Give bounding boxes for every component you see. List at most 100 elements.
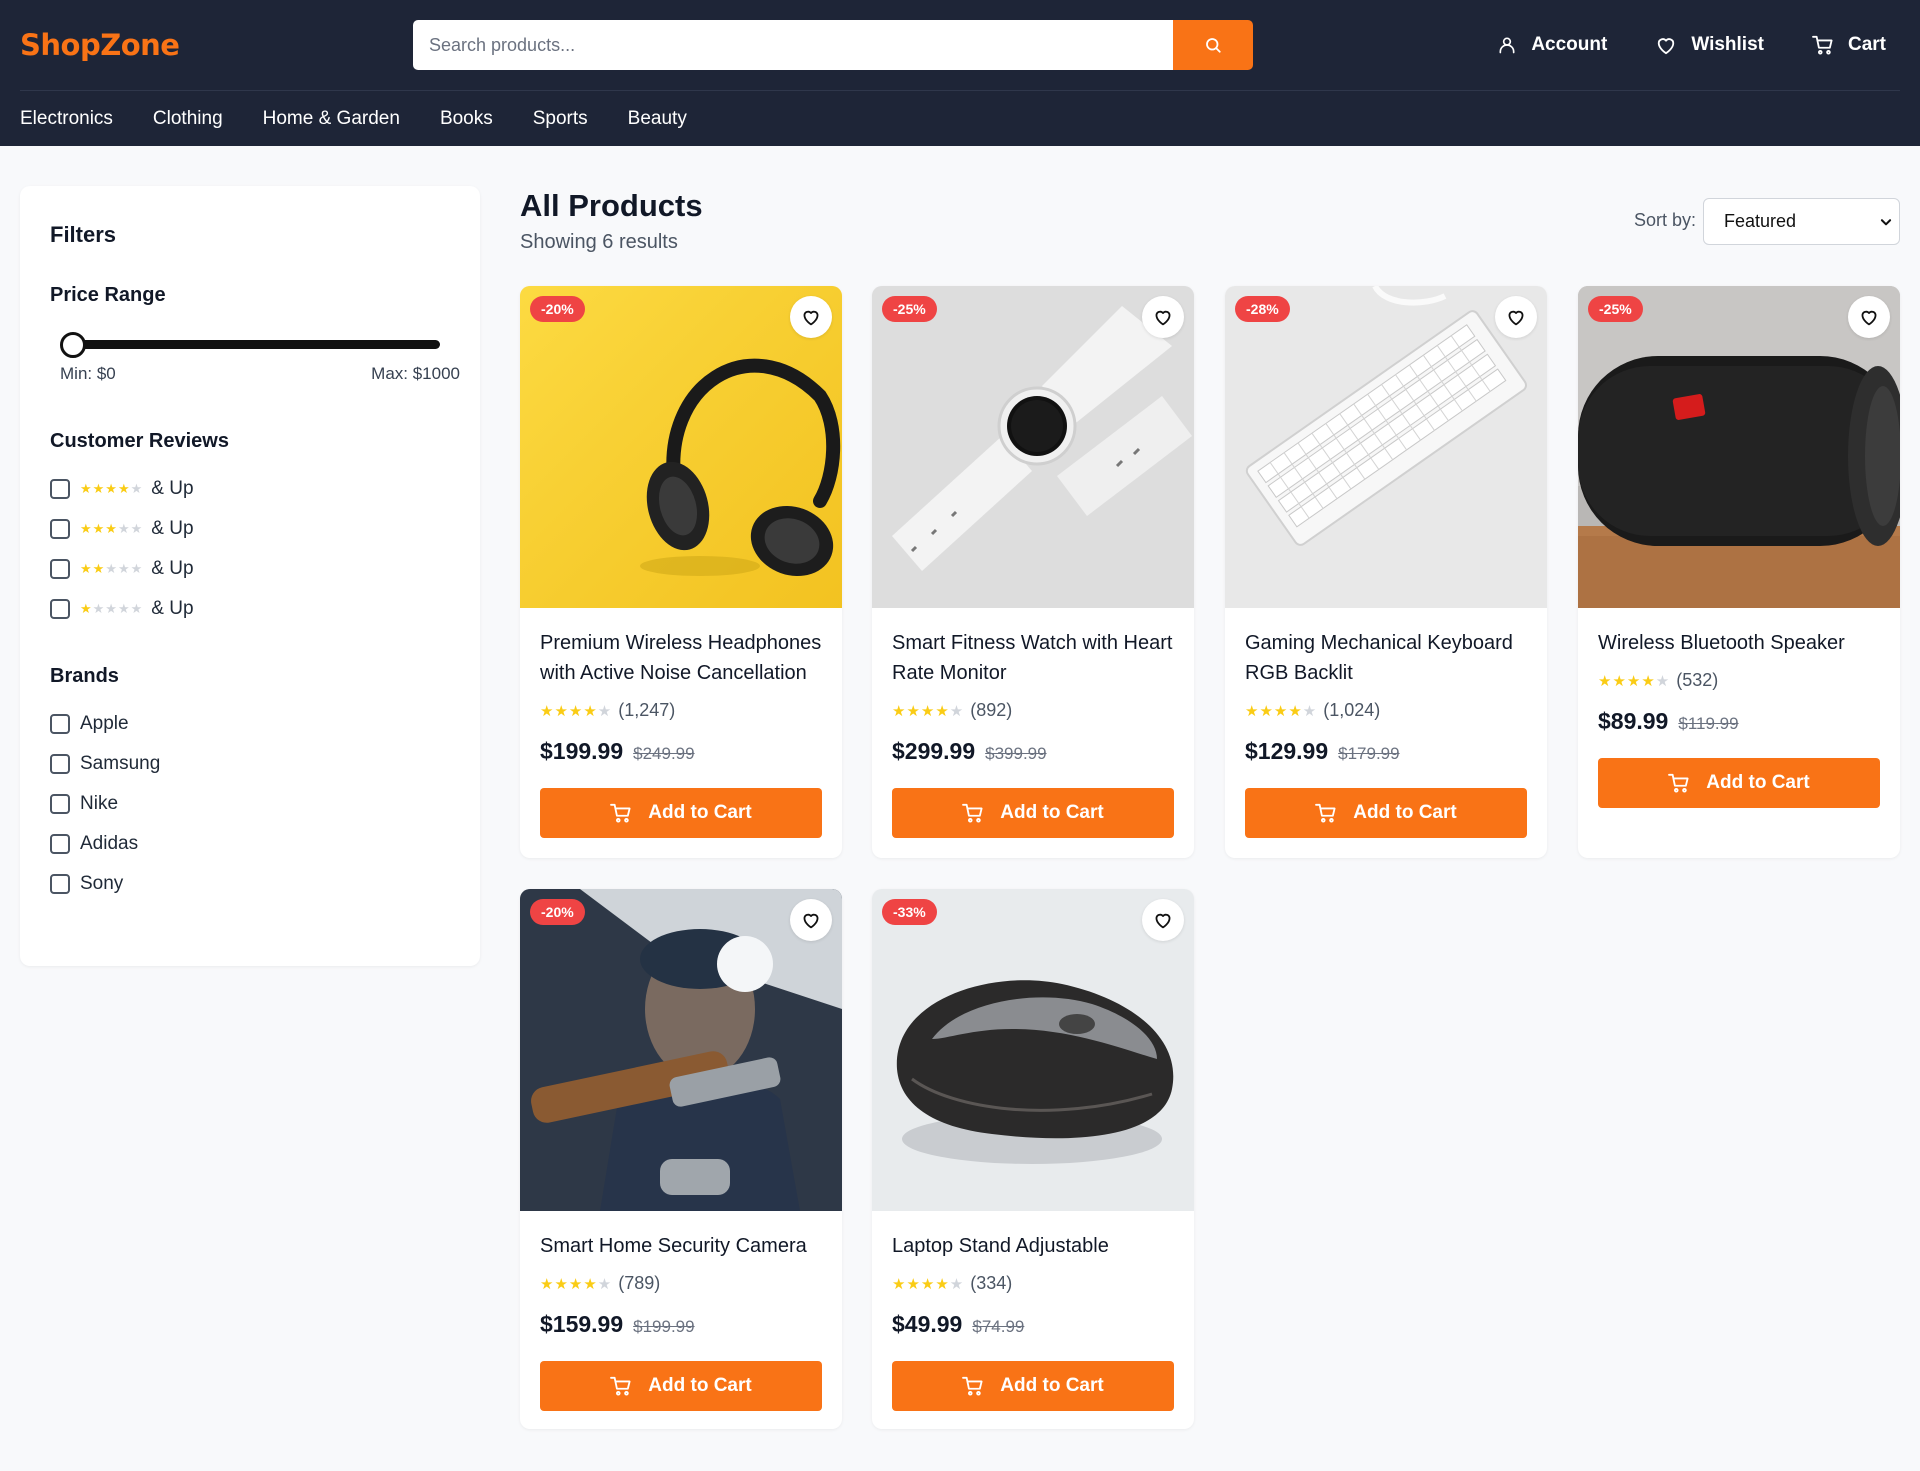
cart-icon bbox=[1668, 773, 1689, 793]
product-price: $159.99 $199.99 bbox=[540, 1311, 695, 1338]
checkbox[interactable] bbox=[50, 559, 70, 579]
discount-badge: -25% bbox=[882, 296, 937, 322]
search-button[interactable] bbox=[1173, 20, 1253, 70]
review-filter-2[interactable]: ★★★★★ & Up bbox=[50, 558, 194, 580]
product-card[interactable]: -25% Wireless Bluetooth Speaker ★★★★★ (5… bbox=[1578, 286, 1900, 858]
star-rating-icon: ★★★★★ bbox=[540, 702, 613, 720]
review-filter-4[interactable]: ★★★★★ & Up bbox=[50, 478, 194, 500]
filters-panel: Filters Price Range Min: $0 Max: $1000 C… bbox=[20, 186, 480, 966]
filters-title: Filters bbox=[50, 222, 117, 247]
product-card[interactable]: -33% Laptop Stand Adjustable ★★★★★ (334)… bbox=[872, 889, 1194, 1429]
product-image[interactable] bbox=[872, 286, 1194, 608]
product-name[interactable]: Gaming Mechanical Keyboard RGB Backlit bbox=[1245, 628, 1530, 688]
wishlist-link[interactable]: Wishlist bbox=[1655, 34, 1764, 56]
wishlist-button[interactable] bbox=[1142, 296, 1184, 338]
logo[interactable]: ShopZone bbox=[20, 28, 180, 62]
cart-link[interactable]: Cart bbox=[1812, 34, 1886, 56]
slider-track bbox=[64, 340, 440, 349]
wishlist-label: Wishlist bbox=[1691, 34, 1764, 55]
brand-filter-sony[interactable]: Sony bbox=[50, 873, 123, 895]
product-rating: ★★★★★ (1,247) bbox=[540, 700, 675, 721]
product-rating: ★★★★★ (1,024) bbox=[1245, 700, 1380, 721]
product-name[interactable]: Wireless Bluetooth Speaker bbox=[1598, 628, 1883, 658]
product-image[interactable] bbox=[1578, 286, 1900, 608]
product-name[interactable]: Smart Home Security Camera bbox=[540, 1231, 825, 1261]
nav-books[interactable]: Books bbox=[440, 108, 493, 130]
add-to-cart-button[interactable]: Add to Cart bbox=[540, 1361, 822, 1411]
sort-select[interactable]: Featured bbox=[1703, 198, 1900, 245]
checkbox[interactable] bbox=[50, 479, 70, 499]
review-count: (1,024) bbox=[1323, 700, 1381, 720]
brand-label: Adidas bbox=[80, 833, 139, 854]
product-card[interactable]: -20% Premium Wireless Headphones with Ac… bbox=[520, 286, 842, 858]
wishlist-button[interactable] bbox=[1142, 899, 1184, 941]
add-to-cart-label: Add to Cart bbox=[1706, 772, 1810, 793]
checkbox[interactable] bbox=[50, 874, 70, 894]
cart-icon bbox=[1812, 35, 1833, 55]
review-count: (1,247) bbox=[618, 700, 676, 720]
nav-home-garden[interactable]: Home & Garden bbox=[263, 108, 400, 130]
wishlist-button[interactable] bbox=[1848, 296, 1890, 338]
brand-label: Samsung bbox=[80, 753, 161, 774]
cart-icon bbox=[1315, 803, 1336, 823]
heart-icon bbox=[1861, 310, 1877, 326]
nav-electronics[interactable]: Electronics bbox=[20, 108, 113, 130]
product-name[interactable]: Laptop Stand Adjustable bbox=[892, 1231, 1177, 1261]
brand-filter-nike[interactable]: Nike bbox=[50, 793, 118, 815]
search-input[interactable] bbox=[413, 20, 1173, 70]
wishlist-button[interactable] bbox=[1495, 296, 1537, 338]
add-to-cart-button[interactable]: Add to Cart bbox=[892, 788, 1174, 838]
wishlist-button[interactable] bbox=[790, 899, 832, 941]
heart-icon bbox=[1658, 38, 1675, 55]
top-bar: ShopZone Account Wishlist Cart bbox=[0, 0, 1920, 90]
account-link[interactable]: Account bbox=[1497, 34, 1607, 56]
add-to-cart-button[interactable]: Add to Cart bbox=[892, 1361, 1174, 1411]
reviews-heading: Customer Reviews bbox=[50, 430, 229, 452]
checkbox[interactable] bbox=[50, 519, 70, 539]
brands-heading: Brands bbox=[50, 665, 119, 687]
wishlist-button[interactable] bbox=[790, 296, 832, 338]
original-price: $249.99 bbox=[633, 744, 695, 763]
brand-filter-apple[interactable]: Apple bbox=[50, 713, 129, 735]
product-price: $299.99 $399.99 bbox=[892, 738, 1047, 765]
review-filter-label: & Up bbox=[151, 518, 194, 539]
add-to-cart-button[interactable]: Add to Cart bbox=[1245, 788, 1527, 838]
add-to-cart-button[interactable]: Add to Cart bbox=[540, 788, 822, 838]
add-to-cart-button[interactable]: Add to Cart bbox=[1598, 758, 1880, 808]
product-price: $89.99 $119.99 bbox=[1598, 708, 1739, 735]
discount-badge: -20% bbox=[530, 899, 585, 925]
nav-clothing[interactable]: Clothing bbox=[153, 108, 223, 130]
nav-beauty[interactable]: Beauty bbox=[628, 108, 687, 130]
price-range-slider[interactable] bbox=[42, 330, 440, 360]
checkbox[interactable] bbox=[50, 754, 70, 774]
review-filter-1[interactable]: ★★★★★ & Up bbox=[50, 598, 194, 620]
results-count: Showing 6 results bbox=[520, 231, 678, 253]
slider-thumb[interactable] bbox=[60, 332, 86, 358]
product-name[interactable]: Premium Wireless Headphones with Active … bbox=[540, 628, 825, 688]
star-rating-icon: ★★★★★ bbox=[892, 702, 965, 720]
review-filter-3[interactable]: ★★★★★ & Up bbox=[50, 518, 194, 540]
product-image[interactable] bbox=[1225, 286, 1547, 608]
review-count: (532) bbox=[1676, 670, 1719, 690]
product-image[interactable] bbox=[872, 889, 1194, 1211]
product-rating: ★★★★★ (789) bbox=[540, 1273, 660, 1294]
current-price: $159.99 bbox=[540, 1311, 624, 1337]
product-card[interactable]: -20% Smart Home Security Camera ★★★★★ (7… bbox=[520, 889, 842, 1429]
product-card[interactable]: -25% Smart Fitness Watch with Heart Rate… bbox=[872, 286, 1194, 858]
brand-filter-adidas[interactable]: Adidas bbox=[50, 833, 138, 855]
cart-icon bbox=[962, 1376, 983, 1396]
product-image[interactable] bbox=[520, 286, 842, 608]
checkbox[interactable] bbox=[50, 599, 70, 619]
add-to-cart-label: Add to Cart bbox=[648, 1375, 752, 1396]
product-image[interactable] bbox=[520, 889, 842, 1211]
checkbox[interactable] bbox=[50, 714, 70, 734]
original-price: $74.99 bbox=[972, 1317, 1025, 1336]
checkbox[interactable] bbox=[50, 794, 70, 814]
nav-sports[interactable]: Sports bbox=[533, 108, 588, 130]
product-card[interactable]: -28% Gaming Mechanical Keyboard RGB Back… bbox=[1225, 286, 1547, 858]
product-name[interactable]: Smart Fitness Watch with Heart Rate Moni… bbox=[892, 628, 1177, 688]
product-rating: ★★★★★ (334) bbox=[892, 1273, 1012, 1294]
sort-value: Featured bbox=[1724, 211, 1797, 231]
checkbox[interactable] bbox=[50, 834, 70, 854]
brand-filter-samsung[interactable]: Samsung bbox=[50, 753, 160, 775]
